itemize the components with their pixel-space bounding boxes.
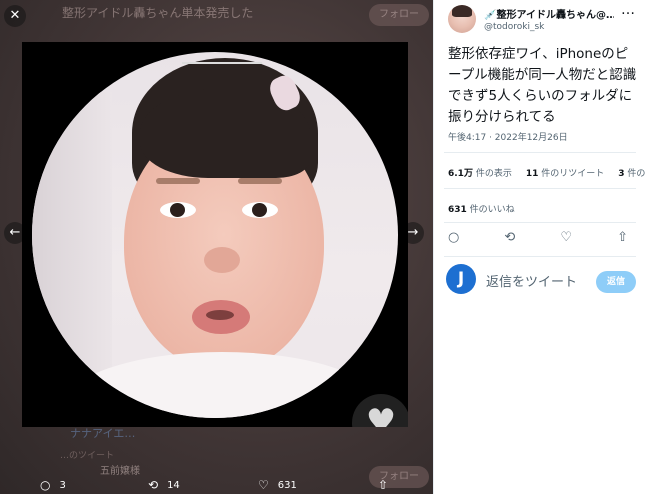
reply-count: 3 (59, 479, 66, 491)
views-count: 6.1万 (448, 169, 473, 179)
retweet-action[interactable]: ⟲ 14 (148, 478, 180, 492)
retweet-count: 14 (167, 479, 180, 491)
share-icon[interactable]: ⇧ (617, 230, 628, 245)
photo-pupil (170, 203, 185, 217)
likes-count: 631 (448, 205, 467, 215)
close-icon[interactable]: ✕ (4, 5, 26, 27)
like-count: 631 (277, 479, 297, 491)
photo-eye-left (160, 202, 196, 218)
photo-mouth (206, 310, 234, 320)
stats-row: 6.1万 件の表示 11 件のリツイート 3 件の引 (448, 166, 645, 179)
photo-top-line (182, 62, 262, 64)
profile-circle-image (32, 52, 398, 418)
likes-label: 件のいいね (469, 205, 515, 215)
photo-pupil (252, 203, 267, 217)
background-header-text: 整形アイドル轟ちゃん単本発売した (62, 6, 254, 20)
quotes-stat[interactable]: 3 件の引 (618, 166, 645, 179)
reply-button[interactable]: 返信 (596, 271, 636, 293)
retweet-icon[interactable]: ⟲ (504, 230, 515, 245)
views-label: 件の表示 (475, 169, 512, 179)
reply-icon: ○ (40, 478, 51, 492)
background-small-text: …のツイート (60, 451, 115, 461)
avatar[interactable] (448, 5, 476, 33)
tweet-photo: ♥ (22, 42, 408, 427)
user-handle[interactable]: @todoroki_sk (484, 22, 544, 32)
divider (444, 152, 636, 153)
retweet-icon: ⟲ (148, 478, 159, 492)
media-action-bar: ○ 3 ⟲ 14 ♡ 631 ⇧ (0, 474, 433, 494)
like-icon[interactable]: ♡ (560, 230, 572, 245)
reply-icon[interactable]: ○ (448, 230, 459, 245)
tweet-actions: ○ ⟲ ♡ ⇧ (448, 230, 628, 245)
reply-input[interactable]: 返信をツイート (486, 271, 577, 290)
media-viewer: 整形アイドル轟ちゃん単本発売した フォロー ナナアイエ… …のツイート 五前嬢様… (0, 0, 433, 494)
background-follow-button: フォロー (369, 4, 429, 26)
more-options-icon[interactable]: … (621, 2, 635, 18)
tweet-text: 整形依存症ワイ、iPhoneのピープル機能が同一人物だと認識できず5人くらいのフ… (448, 46, 637, 125)
retweets-label: 件のリツイート (541, 169, 605, 179)
photo-lips (192, 300, 250, 334)
photo-eye-right (242, 202, 278, 218)
likes-stat[interactable]: 631 件のいいね (448, 202, 515, 215)
display-name[interactable]: 💉整形アイドル轟ちゃん@… (484, 6, 614, 21)
photo-brow-right (238, 178, 282, 184)
reply-avatar: J (446, 264, 476, 294)
divider (444, 256, 636, 257)
photo-nose (204, 247, 240, 273)
retweets-count: 11 (525, 169, 539, 179)
like-icon: ♡ (258, 478, 269, 492)
photo-brow-left (156, 178, 200, 184)
divider (444, 222, 636, 223)
like-action[interactable]: ♡ 631 (258, 478, 297, 492)
tweet-detail-panel: 💉整形アイドル轟ちゃん@… @todoroki_sk … 整形依存症ワイ、iPh… (433, 0, 645, 494)
quotes-label: 件の引 (627, 169, 645, 179)
photo-wall (32, 92, 112, 392)
quotes-count: 3 (618, 169, 625, 179)
retweets-stat[interactable]: 11 件のリツイート (526, 166, 604, 179)
views-stat[interactable]: 6.1万 件の表示 (448, 166, 512, 179)
background-link-text: ナナアイエ… (70, 427, 136, 440)
share-action[interactable]: ⇧ (378, 478, 388, 492)
divider (444, 188, 636, 189)
share-icon: ⇧ (378, 478, 389, 492)
reply-action[interactable]: ○ 3 (40, 478, 66, 492)
tweet-timestamp[interactable]: 午後4:17 · 2022年12月26日 (448, 130, 568, 143)
